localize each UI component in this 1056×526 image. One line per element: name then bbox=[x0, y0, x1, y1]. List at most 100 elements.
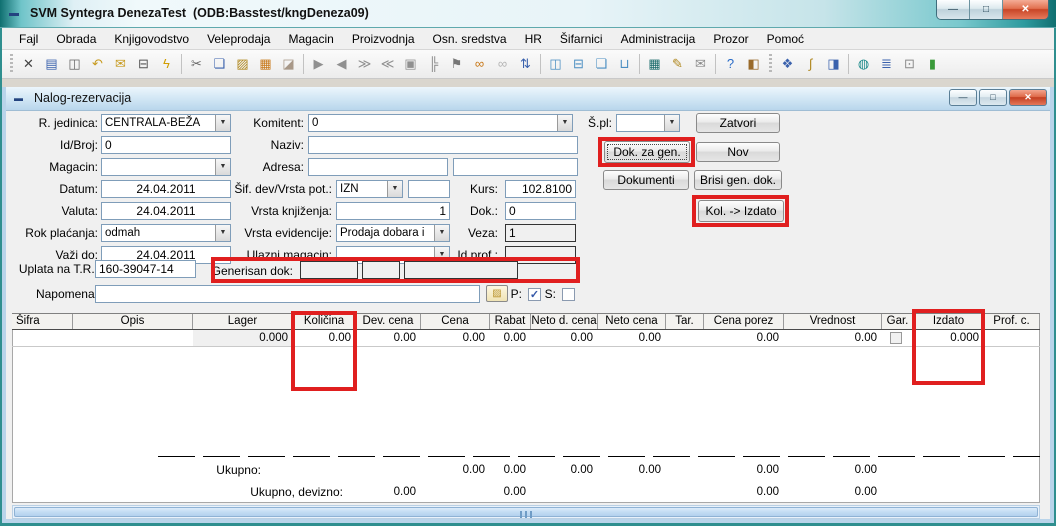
toolbar-mail-button[interactable]: ✉ bbox=[109, 53, 132, 75]
maximize-button[interactable]: □ bbox=[970, 0, 1003, 19]
naziv-input[interactable] bbox=[308, 136, 578, 154]
toolbar-prev-record-button[interactable]: ◀ bbox=[330, 53, 353, 75]
toolbar-tile-vertical-button[interactable]: ◫ bbox=[544, 53, 567, 75]
toolbar-database-button[interactable]: ◍ bbox=[852, 53, 875, 75]
toolbar-exit-door-button[interactable]: ◧ bbox=[742, 53, 765, 75]
sif-dev-select[interactable]: IZN ▼ bbox=[336, 180, 403, 198]
cell-opis[interactable] bbox=[73, 330, 193, 346]
menu-hr[interactable]: HR bbox=[516, 30, 551, 48]
kurs-input[interactable] bbox=[505, 180, 576, 198]
p-checkbox[interactable]: ✓ bbox=[528, 288, 541, 301]
child-restore-button[interactable]: □ bbox=[979, 89, 1007, 106]
spl-select[interactable]: ▼ bbox=[616, 114, 680, 132]
menu-proizvodnja[interactable]: Proizvodnja bbox=[343, 30, 424, 48]
cell-vrednost[interactable]: 0.00 bbox=[784, 330, 882, 346]
menu-magacin[interactable]: Magacin bbox=[279, 30, 342, 48]
toolbar-unlink-button[interactable]: ∞ bbox=[491, 53, 514, 75]
generisan-dok-input-3[interactable] bbox=[404, 261, 518, 279]
vrsta-evidencije-select[interactable]: Prodaja dobara i ▼ bbox=[336, 224, 450, 242]
toolbar-undo-button[interactable]: ↶ bbox=[86, 53, 109, 75]
toolbar-print-preview-button[interactable]: ◫ bbox=[63, 53, 86, 75]
toolbar-print-button[interactable]: ⊟ bbox=[132, 53, 155, 75]
menu-fajl[interactable]: Fajl bbox=[10, 30, 47, 48]
child-close-button[interactable]: ✕ bbox=[1009, 89, 1047, 106]
menu-osn-sredstva[interactable]: Osn. sredstva bbox=[424, 30, 516, 48]
cell-rabat[interactable]: 0.00 bbox=[490, 330, 531, 346]
toolbar-close-button[interactable]: ✕ bbox=[17, 53, 40, 75]
toolbar-copy-button[interactable]: ❏ bbox=[208, 53, 231, 75]
toolbar-calculator-button[interactable]: ▦ bbox=[643, 53, 666, 75]
cell-kolicina[interactable]: 0.00 bbox=[293, 330, 356, 346]
menu--ifarnici[interactable]: Šifarnici bbox=[551, 30, 612, 48]
generisan-dok-input-1[interactable] bbox=[300, 261, 358, 279]
cell-cena-porez[interactable]: 0.00 bbox=[704, 330, 784, 346]
dropdown-arrow-icon[interactable]: ▼ bbox=[664, 115, 679, 131]
toolbar-list-button[interactable]: ≣ bbox=[875, 53, 898, 75]
cell-izdato[interactable]: 0.000 bbox=[914, 330, 984, 346]
toolbar-forward-button[interactable]: ≫ bbox=[353, 53, 376, 75]
toolbar-tree-button[interactable]: ╠ bbox=[422, 53, 445, 75]
menu-veleprodaja[interactable]: Veleprodaja bbox=[198, 30, 279, 48]
toolbar-tile-horizontal-button[interactable]: ⊟ bbox=[567, 53, 590, 75]
toolbar-book-exit-button[interactable]: ◨ bbox=[822, 53, 845, 75]
vrsta-knjizenja-input[interactable] bbox=[336, 202, 450, 220]
toolbar-next-record-button[interactable]: ▶ bbox=[307, 53, 330, 75]
cell-lager[interactable]: 0.000 bbox=[193, 330, 293, 346]
menu-knjigovodstvo[interactable]: Knjigovodstvo bbox=[105, 30, 198, 48]
toolbar-scroll-button[interactable]: ∫ bbox=[799, 53, 822, 75]
toolbar-cut-button[interactable]: ✂ bbox=[185, 53, 208, 75]
menu-prozor[interactable]: Prozor bbox=[704, 30, 757, 48]
dok-za-gen-button[interactable]: Dok. za gen. bbox=[604, 141, 690, 163]
horizontal-scrollbar[interactable] bbox=[12, 505, 1040, 519]
toolbar-sort-az-button[interactable]: ⇅ bbox=[514, 53, 537, 75]
toolbar-erase-button[interactable]: ◪ bbox=[277, 53, 300, 75]
toolbar-select-button[interactable]: ▣ bbox=[399, 53, 422, 75]
close-button[interactable]: ✕ bbox=[1003, 0, 1048, 19]
open-attachment-button[interactable]: ▨ bbox=[486, 285, 508, 302]
toolbar-cascade-button[interactable]: ❏ bbox=[590, 53, 613, 75]
toolbar-help-button[interactable]: ? bbox=[719, 53, 742, 75]
nov-button[interactable]: Nov bbox=[696, 142, 780, 162]
vrsta-pot-input[interactable] bbox=[408, 180, 450, 198]
toolbar-bottom-window-button[interactable]: ⊔ bbox=[613, 53, 636, 75]
zatvori-button[interactable]: Zatvori bbox=[696, 113, 780, 133]
cell-neto-cena[interactable]: 0.00 bbox=[598, 330, 666, 346]
menu-pomo-[interactable]: Pomoć bbox=[758, 30, 813, 48]
toolbar-generate-button[interactable]: ϟ bbox=[155, 53, 178, 75]
brisi-gen-dok-button[interactable]: Brisi gen. dok. bbox=[694, 170, 782, 190]
cell-cena[interactable]: 0.00 bbox=[421, 330, 490, 346]
gar-checkbox[interactable] bbox=[890, 332, 902, 344]
cell-sifra[interactable] bbox=[12, 330, 73, 346]
minimize-button[interactable]: — bbox=[937, 0, 970, 19]
napomena-input[interactable] bbox=[95, 285, 480, 303]
generisan-dok-input-2[interactable] bbox=[362, 261, 400, 279]
dokumenti-button[interactable]: Dokumenti bbox=[603, 170, 689, 190]
toolbar-paste-button[interactable]: ▨ bbox=[231, 53, 254, 75]
komitent-select[interactable]: 0 ▼ bbox=[308, 114, 573, 132]
cell-tar[interactable] bbox=[666, 330, 704, 346]
adresa-input[interactable] bbox=[308, 158, 448, 176]
s-checkbox[interactable] bbox=[562, 288, 575, 301]
toolbar-notebook-button[interactable]: ▮ bbox=[921, 53, 944, 75]
child-minimize-button[interactable]: — bbox=[949, 89, 977, 106]
toolbar-table-button[interactable]: ▦ bbox=[254, 53, 277, 75]
toolbar-card-button[interactable]: ✉ bbox=[689, 53, 712, 75]
scrollbar-thumb[interactable] bbox=[14, 507, 1038, 517]
kol-izdato-button[interactable]: Kol. -> Izdato bbox=[698, 200, 784, 222]
dropdown-arrow-icon[interactable]: ▼ bbox=[387, 181, 402, 197]
cell-neto-d-cena[interactable]: 0.00 bbox=[531, 330, 598, 346]
cell-gar[interactable] bbox=[882, 330, 914, 346]
toolbar-message-button[interactable]: ⊡ bbox=[898, 53, 921, 75]
cell-dev-cena[interactable]: 0.00 bbox=[356, 330, 421, 346]
toolbar-window-button[interactable]: ❖ bbox=[776, 53, 799, 75]
toolbar-backward-button[interactable]: ≪ bbox=[376, 53, 399, 75]
toolbar-flag-button[interactable]: ⚑ bbox=[445, 53, 468, 75]
dropdown-arrow-icon[interactable]: ▼ bbox=[434, 225, 449, 241]
menu-obrada[interactable]: Obrada bbox=[47, 30, 105, 48]
adresa2-input[interactable] bbox=[453, 158, 578, 176]
toolbar-save-button[interactable]: ▤ bbox=[40, 53, 63, 75]
veza-input[interactable] bbox=[505, 224, 576, 242]
cell-prof-c[interactable] bbox=[984, 330, 1040, 346]
toolbar-note-edit-button[interactable]: ✎ bbox=[666, 53, 689, 75]
dok-input[interactable] bbox=[505, 202, 576, 220]
